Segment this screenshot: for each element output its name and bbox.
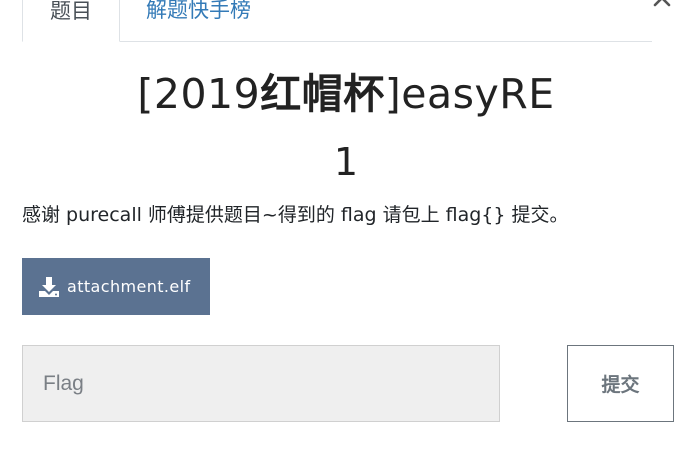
challenge-title-prefix: [2019 [137, 70, 261, 118]
challenge-modal: 题目 解题快手榜 [2019红帽杯]easyRE 1 感谢 purecall 师… [0, 0, 692, 470]
submit-button[interactable]: 提交 [567, 345, 674, 422]
tab-bar: 题目 解题快手榜 [22, 0, 652, 42]
challenge-title-cn: 红帽杯 [260, 70, 385, 118]
attachment-filename: attachment.elf [67, 277, 191, 296]
challenge-description: 感谢 purecall 师傅提供题目~得到的 flag 请包上 flag{} 提… [22, 204, 569, 226]
download-icon [38, 276, 60, 298]
tab-challenge[interactable]: 题目 [22, 0, 120, 42]
close-button[interactable] [650, 0, 674, 10]
tab-solves[interactable]: 解题快手榜 [146, 0, 306, 41]
flag-input[interactable] [22, 345, 500, 422]
challenge-title-suffix: ]easyRE [384, 70, 555, 118]
attachment-download-button[interactable]: attachment.elf [22, 258, 210, 315]
close-icon [653, 0, 671, 7]
tab-challenge-label: 题目 [50, 0, 92, 23]
challenge-title: [2019红帽杯]easyRE [0, 66, 692, 122]
challenge-points: 1 [333, 140, 359, 184]
tab-solves-label: 解题快手榜 [146, 0, 251, 22]
